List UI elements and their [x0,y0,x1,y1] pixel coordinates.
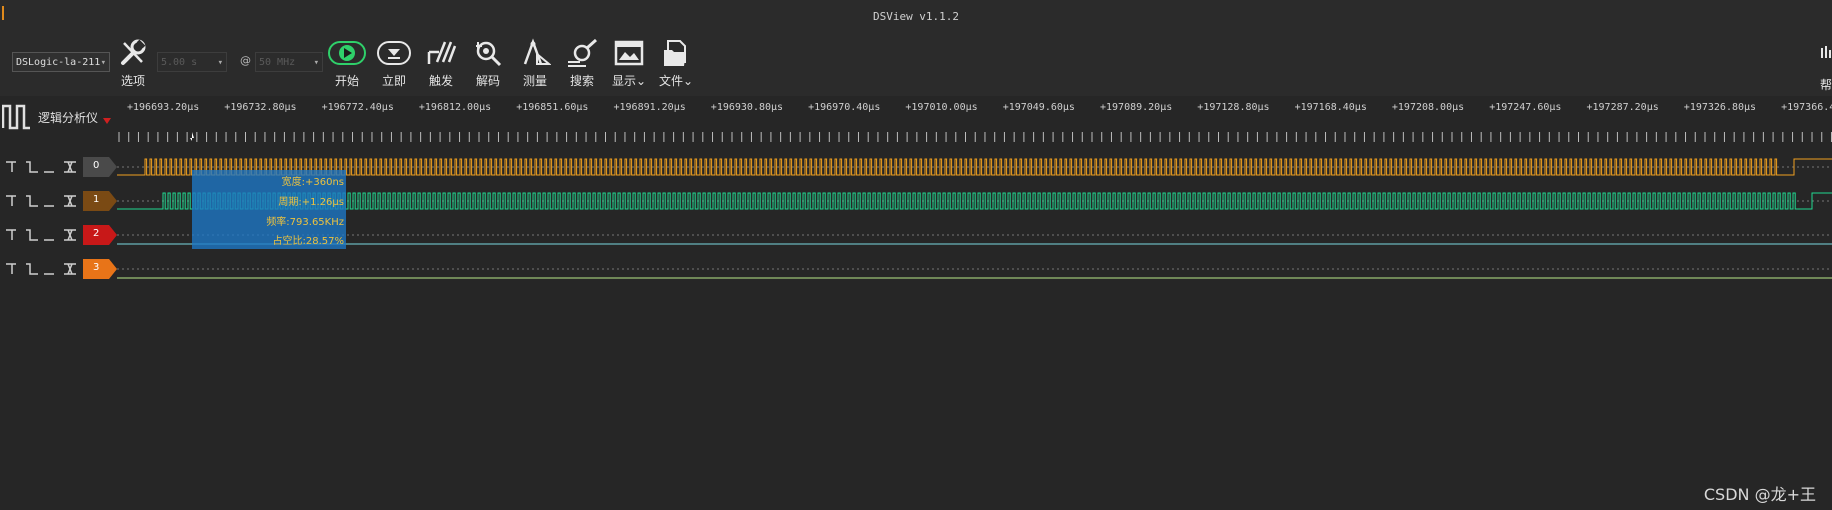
ruler-tick-label: +196891.20μs [613,102,686,113]
options-label: 选项 [120,74,145,88]
channel-tag-3[interactable]: 3 [83,259,117,279]
ruler-tick-label: +197089.20μs [1100,102,1173,113]
trigger-selector-icons[interactable] [4,227,80,243]
file-label: 文件 [658,74,683,88]
channel-tag-2[interactable]: 2 [83,225,117,245]
search-icon [568,38,597,67]
measure-period: 周期:+1.26μs [278,197,344,208]
chevron-down-icon: ⌄ [682,74,694,88]
ruler-tick-label: +197247.60μs [1489,102,1562,113]
ruler-tick-label: +196851.60μs [516,102,589,113]
channel-index-label: 0 [93,160,100,171]
channel-tag-shape [83,191,117,211]
file-folder-icon [664,40,686,66]
channel-index-label: 3 [93,262,100,273]
ruler-tick-label: +196970.40μs [808,102,881,113]
mode-dropdown-caret-icon[interactable] [103,118,111,124]
file-menu: 文件⌄ [653,72,699,89]
sample-rate-select[interactable]: 50 MHz ▾ [255,52,323,72]
channel-1-waveform [117,192,1832,210]
decode-button[interactable]: 解码 [465,38,511,94]
channel-tag-shape [83,225,117,245]
measure-button[interactable]: 测量 [512,38,558,94]
decode-magnifier-icon [476,41,502,67]
display-window-icon [614,40,644,66]
ruler-tick-label: +197010.00μs [905,102,978,113]
search-label: 搜索 [569,74,594,88]
device-select-value: DSLogic-la-211 [16,57,101,68]
chevron-down-icon: ▾ [100,58,106,68]
start-label: 开始 [334,74,359,88]
watermark: CSDN @龙+王 [1703,485,1816,504]
file-button[interactable]: 文件⌄ [653,38,699,94]
ruler-tick-label: +197287.20μs [1586,102,1659,113]
decode-label: 解码 [475,74,500,88]
trigger-label: 触发 [428,74,453,88]
search-button[interactable]: 搜索 [559,38,605,94]
ruler-tick-label: +196732.80μs [224,102,297,113]
channel-tag-shape [83,157,117,177]
channel-tag-1[interactable]: 1 [83,191,117,211]
title-bar: DSView v1.1.2 [0,0,1832,36]
measure-frequency: 频率:793.65KHz [266,217,344,228]
help-icon [1821,46,1831,58]
channel-index-label: 2 [93,228,100,239]
trigger-selector-icons[interactable] [4,159,80,175]
main-toolbar: DSLogic-la-211 ▾ 5.00 s ▾ @ 50 MHz ▾ 选项 [0,36,1832,96]
single-shot-icon [377,41,411,65]
chevron-down-icon: ⌄ [635,74,647,88]
ruler-tick-label: +197168.40μs [1294,102,1367,113]
ruler-tick-label: +196812.00μs [418,102,492,113]
channel-index-label: 1 [93,194,100,205]
ruler-bar: 逻辑分析仪 +196693.20μs +196732.80μs +196772.40… [0,96,1832,146]
measure-label: 测量 [522,74,547,88]
logic-analyzer-mode-icon[interactable] [2,102,32,132]
instant-button[interactable]: 立即 [371,38,417,94]
ruler-tick-label: +196693.20μs [127,102,200,113]
start-button[interactable]: 开始 [324,38,370,94]
time-ruler[interactable]: +196693.20μs +196732.80μs +196772.40μs +196… [115,96,1832,146]
trigger-selector-icons[interactable] [4,261,80,277]
sample-duration-value: 5.00 s [161,57,198,68]
mode-label[interactable]: 逻辑分析仪 [38,109,98,126]
ruler-tick-label: +196930.80μs [710,102,784,113]
help-button[interactable]: 帮 [1820,42,1832,98]
measurement-popup: 宽度:+360ns 周期:+1.26μs 频率:793.65KHz 占空比:28… [192,170,346,249]
display-menu: 显示⌄ [606,72,652,89]
play-icon [328,41,366,65]
options-button[interactable]: 选项 [110,38,156,94]
ruler-tick-label: +197366.40μs [1781,102,1832,113]
window-title: DSView v1.1.2 [872,10,960,23]
channel-0-waveform [117,158,1832,176]
ruler-tick-label: +197208.00μs [1391,102,1465,113]
wrench-icon [121,39,146,65]
at-separator: @ [240,54,251,67]
trigger-icon [427,41,457,64]
compass-ruler-icon [523,38,551,65]
measure-width: 宽度:+360ns [281,177,344,188]
channel-tag-shape [83,259,117,279]
sample-rate-value: 50 MHz [259,57,296,68]
ruler-tick-label: +196772.40μs [321,102,394,113]
sample-duration-select[interactable]: 5.00 s ▾ [157,52,227,72]
chevron-down-icon: ▾ [313,58,319,68]
display-button[interactable]: 显示⌄ [606,38,652,94]
ruler-tick-label: +197326.80μs [1683,102,1757,113]
ruler-cursor-marker[interactable] [190,132,194,141]
channel-tag-0[interactable]: 0 [83,157,117,177]
chevron-down-icon: ▾ [217,58,223,68]
display-label: 显示 [611,74,636,88]
dsview-window: DSView v1.1.2 DSLogic-la-211 ▾ 5.00 s ▾ … [0,0,1832,510]
ruler-tick-label: +197049.60μs [1002,102,1075,113]
trigger-button[interactable]: 触发 [418,38,464,94]
instant-label: 立即 [381,74,406,88]
trigger-selector-icons[interactable] [4,193,80,209]
measure-duty: 占空比:28.57% [272,236,345,247]
device-select[interactable]: DSLogic-la-211 ▾ [12,52,110,72]
ruler-tick-label: +197128.80μs [1197,102,1270,113]
help-label: 帮 [1820,78,1832,92]
